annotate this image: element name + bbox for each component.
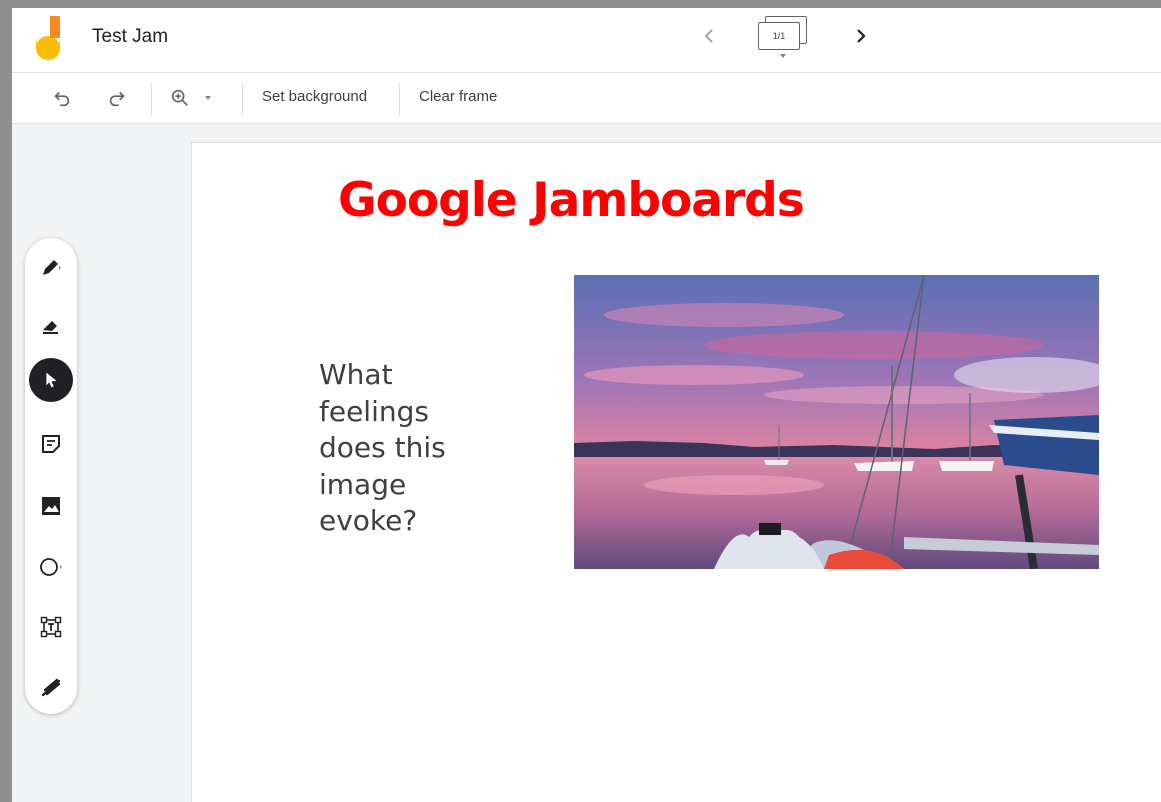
prompt-line: evoke? [319,504,418,537]
image-icon [42,497,60,515]
prompt-line: feelings [319,394,429,428]
header-bar: Test Jam 1/1 [12,8,1161,73]
prompt-line: does this [319,431,446,464]
app-title[interactable]: Test Jam [92,26,168,48]
toolbar-divider [399,83,400,115]
canvas-title[interactable]: Google Jamboards [338,173,805,228]
jamboard-logo-icon [36,16,60,60]
toolbar-divider [242,83,243,115]
text-box-icon [40,616,62,638]
clear-frame-button[interactable]: Clear frame [419,88,497,105]
laser-pointer-icon [41,678,61,697]
cursor-arrow-icon [46,372,57,388]
pen-icon [43,260,61,275]
eraser-tool-button[interactable] [30,304,72,346]
chevron-left-icon [704,29,713,43]
eraser-icon [43,321,58,334]
prompt-line: What [319,358,393,391]
frame-indicator-text: 1/1 [772,31,786,41]
redo-icon [109,91,125,107]
jam-canvas[interactable]: Google Jamboards What feelings does this… [191,142,1161,802]
zoom-in-icon [171,89,188,106]
toolbar: Set background Clear frame [12,73,1161,124]
caret-down-icon [780,54,786,58]
jamboard-app: Test Jam 1/1 Set background Clear frame … [12,8,1161,802]
undo-icon [54,91,70,107]
prev-frame-button[interactable] [696,22,722,50]
prompt-line: image [319,467,407,501]
circle-shape-icon [40,558,62,576]
redo-button[interactable] [104,85,130,111]
zoom-button[interactable] [169,85,219,111]
chevron-right-icon [857,29,866,43]
sunset-harbor-image[interactable] [574,275,1099,569]
laser-tool-button[interactable] [30,666,72,708]
prompt-text[interactable]: What feelings does this image evoke? [319,357,489,540]
shape-tool-button[interactable] [30,546,72,588]
sticky-note-icon [42,435,60,453]
caret-down-icon [205,96,211,100]
select-tool-button[interactable] [29,358,73,402]
toolbar-divider [151,83,152,115]
pen-tool-button[interactable] [30,246,72,288]
next-frame-button[interactable] [848,22,874,50]
text-box-tool-button[interactable] [30,606,72,648]
frame-bar-toggle[interactable]: 1/1 [756,16,812,62]
tool-rail [25,238,77,714]
add-image-tool-button[interactable] [30,485,72,527]
undo-button[interactable] [49,85,75,111]
set-background-button[interactable]: Set background [262,88,367,105]
frame-indicator: 1/1 [758,22,800,50]
sticky-note-tool-button[interactable] [30,423,72,465]
